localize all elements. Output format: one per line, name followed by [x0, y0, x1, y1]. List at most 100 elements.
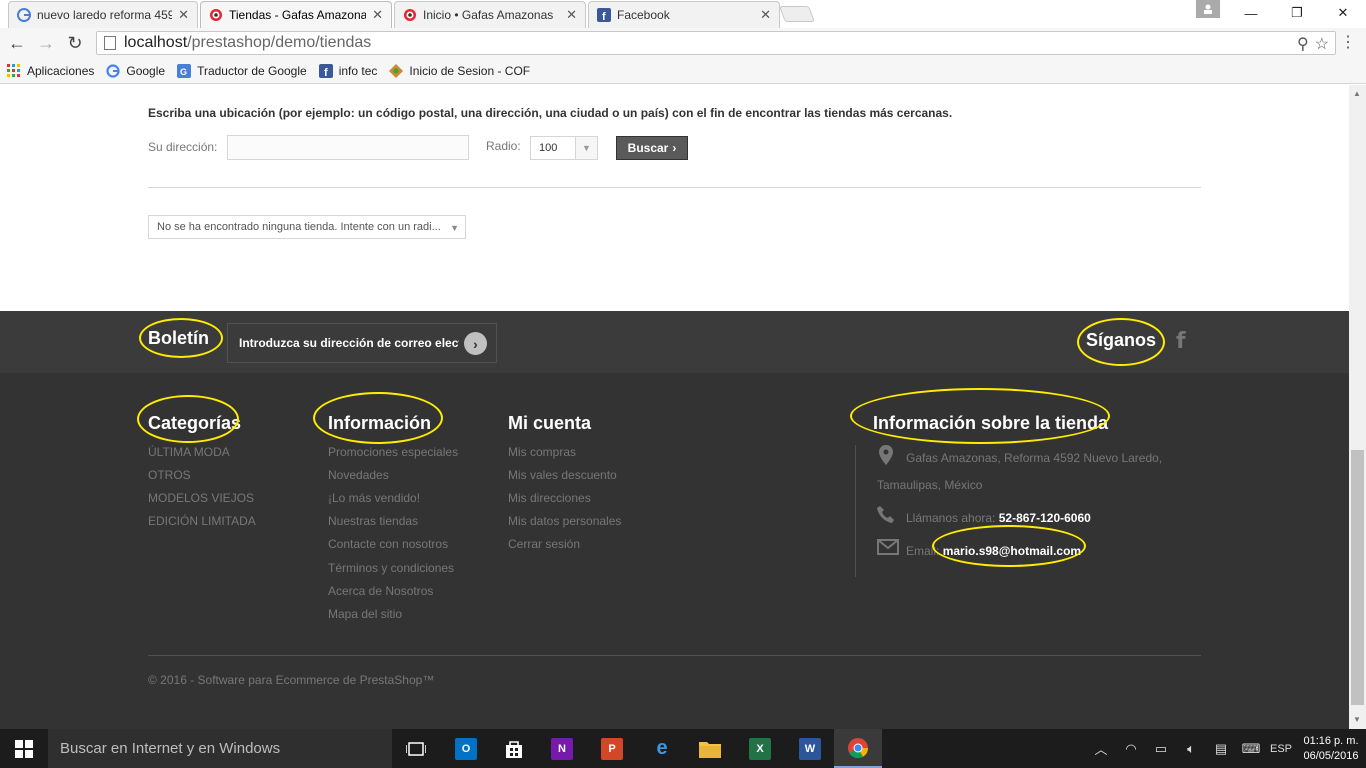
taskbar-chrome[interactable] — [834, 729, 882, 768]
tab-facebook[interactable]: f Facebook ✕ — [588, 1, 780, 28]
powerpoint-icon: P — [601, 737, 623, 760]
minimize-button[interactable]: — — [1228, 0, 1274, 26]
taskbar-excel[interactable]: X — [736, 729, 784, 768]
footer-link[interactable]: OTROS — [148, 468, 191, 482]
notifications-icon[interactable]: ▤ — [1206, 741, 1236, 757]
svg-text:f: f — [324, 67, 328, 78]
restore-button[interactable]: ❐ — [1274, 0, 1320, 26]
language-indicator[interactable]: ESP — [1266, 743, 1296, 755]
footer-link[interactable]: Contacte con nosotros — [328, 537, 448, 551]
footer-link[interactable]: ¡Lo más vendido! — [328, 491, 420, 505]
newsletter-band: Boletín Introduzca su dirección de corre… — [0, 311, 1349, 373]
keyboard-icon[interactable]: ⌨ — [1236, 741, 1266, 757]
store-phone: 52-867-120-6060 — [998, 511, 1091, 525]
volume-icon[interactable]: 🔈︎ — [1176, 741, 1206, 757]
footer-link[interactable]: ÚLTIMA MODA — [148, 445, 230, 459]
taskbar-store[interactable] — [490, 729, 538, 768]
facebook-icon: f — [318, 63, 333, 78]
tab-inicio[interactable]: Inicio • Gafas Amazonas ✕ — [394, 1, 586, 28]
page-scrollbar[interactable]: ▲ ▼ — [1349, 85, 1366, 729]
footer-link[interactable]: Mis compras — [508, 445, 576, 459]
taskbar-word[interactable]: W — [786, 729, 834, 768]
footer-link[interactable]: Mis direcciones — [508, 491, 591, 505]
results-text: No se ha encontrado ninguna tienda. Inte… — [157, 221, 441, 233]
footer-link[interactable]: EDICIÓN LIMITADA — [148, 514, 256, 528]
google-icon — [106, 63, 120, 78]
profile-button[interactable] — [1196, 0, 1220, 18]
onenote-icon: N — [551, 737, 573, 760]
scroll-up-icon[interactable]: ▲ — [1353, 89, 1361, 98]
bookmark-info-tec[interactable]: f info tec — [318, 63, 377, 78]
outlook-icon: O — [455, 737, 477, 760]
close-window-button[interactable]: ✕ — [1320, 0, 1366, 26]
newsletter-submit-button[interactable]: › — [464, 332, 487, 355]
footer-link[interactable]: Cerrar sesión — [508, 537, 580, 551]
footer-link[interactable]: Promociones especiales — [328, 445, 458, 459]
close-icon[interactable]: ✕ — [372, 7, 383, 23]
start-button[interactable] — [0, 729, 48, 768]
battery-icon[interactable]: ▭ — [1146, 741, 1176, 757]
clock[interactable]: 01:16 p. m. 06/05/2016 — [1296, 734, 1366, 764]
footer-link[interactable]: Mis datos personales — [508, 514, 621, 528]
system-tray: ︿ ◠ ▭ 🔈︎ ▤ ⌨ ESP 01:16 p. m. 06/05/2016 — [1086, 729, 1366, 768]
task-view-button[interactable] — [392, 729, 440, 768]
star-icon[interactable]: ☆ — [1315, 34, 1329, 54]
bookmark-apps[interactable]: Aplicaciones — [7, 63, 94, 78]
close-icon[interactable]: ✕ — [566, 7, 577, 23]
stores-results-select[interactable]: No se ha encontrado ninguna tienda. Inte… — [148, 215, 466, 239]
divider — [855, 445, 856, 577]
chevron-up-icon[interactable]: ︿ — [1086, 739, 1116, 758]
word-icon: W — [799, 737, 821, 760]
windows-logo-icon — [15, 739, 33, 758]
chevron-down-icon: ▼ — [575, 137, 597, 159]
taskbar-edge[interactable]: e — [638, 729, 686, 768]
phone-line: Llámanos ahora: 52-867-120-6060 — [906, 511, 1091, 525]
radius-label: Radio: — [486, 139, 521, 153]
address-input[interactable] — [227, 135, 469, 160]
footer-link[interactable]: Acerca de Nosotros — [328, 584, 433, 598]
chrome-menu-icon[interactable]: ⋮ — [1340, 32, 1356, 52]
facebook-icon[interactable]: f — [1176, 329, 1186, 354]
zoom-icon[interactable]: ⚲ — [1297, 34, 1309, 54]
forward-button[interactable]: → — [35, 32, 57, 54]
address-label: Su dirección: — [148, 140, 218, 154]
chevron-down-icon: ▼ — [450, 223, 459, 233]
footer-link[interactable]: Mapa del sitio — [328, 607, 402, 621]
search-button[interactable]: Buscar › — [616, 136, 688, 160]
bookmarks-bar: Aplicaciones Google G Traductor de Googl… — [0, 58, 1366, 84]
newsletter-title: Boletín — [148, 328, 209, 348]
google-icon — [17, 8, 31, 22]
bookmark-translate[interactable]: G Traductor de Google — [177, 63, 307, 78]
taskbar-file-explorer[interactable] — [686, 729, 734, 768]
tab-google-search[interactable]: nuevo laredo reforma 459 ✕ — [8, 1, 198, 28]
footer-link[interactable]: Nuestras tiendas — [328, 514, 418, 528]
information-title: Información — [328, 413, 432, 433]
close-icon[interactable]: ✕ — [178, 7, 189, 23]
scroll-thumb[interactable] — [1351, 450, 1364, 705]
footer-link[interactable]: Mis vales descuento — [508, 468, 617, 482]
store-email-link[interactable]: mario.s98@hotmail.com — [943, 544, 1081, 558]
taskbar-search-box[interactable]: Buscar en Internet y en Windows — [48, 729, 392, 768]
newsletter-email-input[interactable]: Introduzca su dirección de correo electr… — [227, 323, 497, 363]
taskbar-outlook[interactable]: O — [442, 729, 490, 768]
wifi-icon[interactable]: ◠ — [1116, 741, 1146, 757]
radius-select[interactable]: 100 ▼ — [530, 136, 598, 160]
bookmark-google[interactable]: Google — [106, 64, 165, 78]
footer-link[interactable]: Términos y condiciones — [328, 561, 454, 575]
taskbar-onenote[interactable]: N — [538, 729, 586, 768]
back-button[interactable]: ← — [6, 32, 28, 54]
store-search-instructions: Escriba una ubicación (por ejemplo: un c… — [148, 106, 953, 120]
new-tab-button[interactable] — [779, 6, 815, 22]
taskbar-powerpoint[interactable]: P — [588, 729, 636, 768]
excel-icon: X — [749, 737, 771, 760]
tab-tiendas[interactable]: Tiendas - Gafas Amazonas ✕ — [200, 1, 392, 28]
close-icon[interactable]: ✕ — [760, 7, 771, 23]
footer-link[interactable]: MODELOS VIEJOS — [148, 491, 254, 505]
address-bar[interactable]: localhost/prestashop/demo/tiendas ⚲ ☆ — [96, 31, 1336, 55]
page-icon — [104, 36, 116, 50]
reload-button[interactable]: ↻ — [64, 32, 86, 54]
bookmark-inicio-sesion[interactable]: Inicio de Sesion - COF — [389, 63, 530, 78]
svg-text:f: f — [602, 11, 606, 22]
footer-link[interactable]: Novedades — [328, 468, 389, 482]
scroll-down-icon[interactable]: ▼ — [1353, 715, 1361, 724]
